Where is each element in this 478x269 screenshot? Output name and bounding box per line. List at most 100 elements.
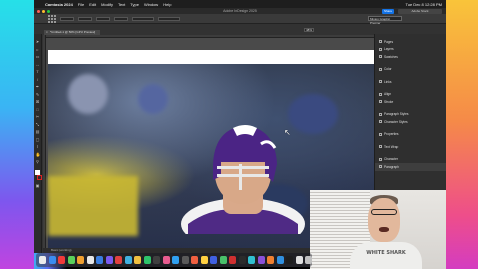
direct-selection-tool-icon[interactable]: ▹ <box>36 47 40 52</box>
menu-window[interactable]: Window <box>144 2 158 7</box>
tools-panel: ➤ ▹ ▭ ↔ T / ✒ ✎ ⊠ □ ✂ ⤡ ▤ ▢ ⌇ ✋ ⚲ ▣ <box>34 34 42 253</box>
dock-app-icon[interactable] <box>96 256 103 264</box>
dock-app-icon[interactable] <box>86 256 94 264</box>
dock-app-icon[interactable] <box>77 256 84 264</box>
macos-dock <box>36 253 312 267</box>
dock-app-icon[interactable] <box>191 256 198 264</box>
panel-paragraph[interactable]: Paragraph <box>375 163 446 171</box>
crowd-blur <box>68 74 108 114</box>
dock-app-icon[interactable] <box>229 256 236 264</box>
panel-label: Links <box>384 79 392 84</box>
vertical-ruler[interactable] <box>43 35 46 248</box>
dock-app-icon[interactable] <box>238 256 246 264</box>
type-tool-icon[interactable]: T <box>36 70 40 74</box>
scale-x-field[interactable] <box>96 16 110 21</box>
menu-text[interactable]: Text <box>118 2 125 7</box>
character-styles-icon <box>379 120 382 124</box>
note-tool-icon[interactable]: ▢ <box>36 137 40 142</box>
scissors-tool-icon[interactable]: ✂ <box>36 115 40 119</box>
rotation-field[interactable] <box>114 16 128 21</box>
pencil-tool-icon[interactable]: ✎ <box>36 92 40 97</box>
dock-app-icon[interactable] <box>210 256 217 264</box>
fill-stroke-field[interactable] <box>132 16 154 21</box>
menu-app-name[interactable]: Camtasia 2024 <box>45 2 73 7</box>
dock-app-icon[interactable] <box>257 256 265 264</box>
dock-app-icon[interactable] <box>134 256 141 264</box>
stock-search-input[interactable]: Adobe Stock <box>398 8 442 14</box>
free-transform-tool-icon[interactable]: ⤡ <box>36 122 40 127</box>
panel-text-wrap[interactable]: Text Wrap <box>375 143 446 151</box>
close-window-button[interactable] <box>37 9 40 13</box>
menu-file[interactable]: File <box>78 2 84 7</box>
dock-app-icon[interactable] <box>105 256 113 264</box>
menu-help[interactable]: Help <box>163 2 171 7</box>
panel-label: Pages <box>384 39 394 44</box>
dock-app-icon[interactable] <box>115 256 122 264</box>
panel-character[interactable]: Character <box>375 156 446 164</box>
width-field[interactable] <box>78 16 92 21</box>
menu-type[interactable]: Type <box>130 2 139 7</box>
font-family-field[interactable]: Minion Graphic Premier <box>368 16 402 25</box>
panel-stroke[interactable]: Stroke <box>375 98 446 106</box>
dock-app-icon[interactable] <box>286 256 293 264</box>
dock-app-icon[interactable] <box>153 256 160 264</box>
rectangle-tool-icon[interactable]: □ <box>36 107 40 112</box>
x-position-field[interactable] <box>60 16 74 21</box>
zoom-level-field[interactable]: 48% <box>304 28 314 32</box>
selection-tool-icon[interactable]: ➤ <box>36 40 40 44</box>
window-controls <box>37 9 50 13</box>
menu-edit[interactable]: Edit <box>89 2 96 7</box>
stroke-icon <box>379 100 382 104</box>
dock-app-icon[interactable] <box>143 256 151 264</box>
horizontal-ruler[interactable] <box>43 35 374 38</box>
stroke-swatch[interactable] <box>36 175 42 180</box>
line-tool-icon[interactable]: / <box>36 77 40 82</box>
gap-tool-icon[interactable]: ↔ <box>36 62 40 67</box>
dock-app-icon[interactable] <box>219 256 227 264</box>
background-sign <box>48 176 138 236</box>
pen-tool-icon[interactable]: ✒ <box>36 85 40 89</box>
dock-app-icon[interactable] <box>124 256 132 264</box>
panel-align[interactable]: Align <box>375 91 446 99</box>
dock-app-icon[interactable] <box>67 256 75 264</box>
panel-pages[interactable]: Pages <box>375 38 446 46</box>
dock-app-icon[interactable] <box>181 256 189 264</box>
stroke-weight-field[interactable] <box>158 16 180 21</box>
eyedropper-tool-icon[interactable]: ⌇ <box>36 145 40 149</box>
panel-character-styles[interactable]: Character Styles <box>375 118 446 126</box>
dock-app-icon[interactable] <box>267 256 274 264</box>
dock-app-icon[interactable] <box>48 256 56 264</box>
dock-app-icon[interactable] <box>39 256 46 264</box>
screen-mode-icon[interactable]: ▣ <box>36 183 40 188</box>
menubar-clock[interactable]: Tue Dec 8 12:28 PM <box>405 2 446 7</box>
rectangle-frame-tool-icon[interactable]: ⊠ <box>36 100 40 104</box>
status-text: Basic (working) <box>51 248 72 252</box>
zoom-window-button[interactable] <box>47 9 50 13</box>
dock-app-icon[interactable] <box>295 256 303 264</box>
dock-app-icon[interactable] <box>276 256 284 264</box>
dock-app-icon[interactable] <box>248 256 255 264</box>
panel-color[interactable]: Color <box>375 66 446 74</box>
panel-properties[interactable]: Properties <box>375 131 446 139</box>
panel-swatches[interactable]: Swatches <box>375 53 446 61</box>
zoom-tool-icon[interactable]: ⚲ <box>36 160 40 164</box>
panel-label: Stroke <box>384 99 394 104</box>
page-tool-icon[interactable]: ▭ <box>36 55 40 59</box>
panel-paragraph-styles[interactable]: Paragraph Styles <box>375 111 446 119</box>
gradient-tool-icon[interactable]: ▤ <box>36 130 40 134</box>
fill-swatch[interactable] <box>35 169 40 175</box>
minimize-window-button[interactable] <box>42 9 45 13</box>
menu-modify[interactable]: Modify <box>101 2 113 7</box>
system-menubar: Camtasia 2024 File Edit Modify Text Type… <box>34 0 446 8</box>
hand-tool-icon[interactable]: ✋ <box>36 152 41 157</box>
dock-app-icon[interactable] <box>305 256 312 264</box>
reference-point-icon[interactable] <box>48 14 56 23</box>
dock-app-icon[interactable] <box>172 256 179 264</box>
panel-label: Paragraph <box>384 164 399 169</box>
panel-layers[interactable]: Layers <box>375 46 446 54</box>
share-button[interactable]: Share <box>382 8 394 14</box>
dock-app-icon[interactable] <box>200 256 208 264</box>
dock-app-icon[interactable] <box>58 256 65 264</box>
dock-app-icon[interactable] <box>162 256 170 264</box>
panel-links[interactable]: Links <box>375 78 446 86</box>
